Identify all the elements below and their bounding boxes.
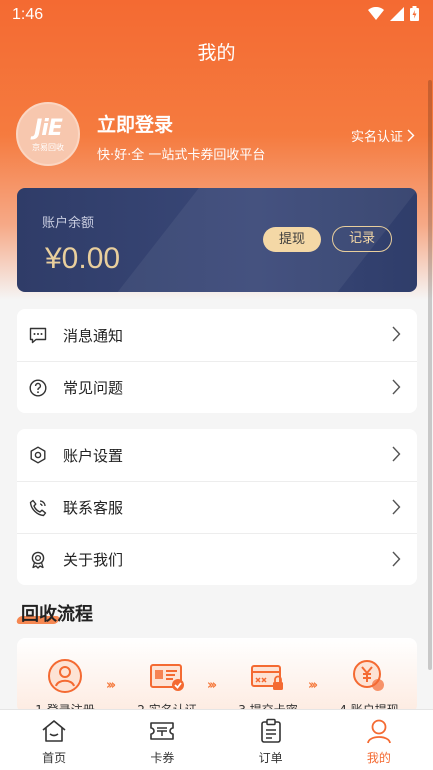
menu-group-help: 消息通知 常见问题 <box>17 309 417 413</box>
status-icons <box>368 6 419 21</box>
arrow-icon: ››› <box>308 678 318 693</box>
arrow-icon: ››› <box>106 678 116 693</box>
home-icon <box>41 718 67 744</box>
tab-label: 我的 <box>366 751 391 765</box>
menu-label: 消息通知 <box>63 326 124 345</box>
menu-item-customer-service[interactable]: 联系客服 <box>17 481 417 533</box>
menu-item-messages[interactable]: 消息通知 <box>17 309 417 361</box>
login-link[interactable]: 立即登录 <box>97 110 173 137</box>
badge-icon <box>29 551 47 569</box>
arrow-icon: ››› <box>207 678 217 693</box>
menu-label: 账户设置 <box>63 446 124 465</box>
balance-card: 账户余额 ¥0.00 提现 记录 <box>17 188 417 292</box>
gear-icon <box>29 446 47 464</box>
avatar[interactable]: JiE 京易回收 <box>16 102 80 166</box>
help-icon <box>29 378 47 397</box>
phone-icon <box>29 499 47 517</box>
signal-icon <box>390 6 404 21</box>
yuan-icon <box>351 658 387 694</box>
chevron-right-icon <box>392 551 401 567</box>
tab-label: 首页 <box>42 751 67 765</box>
clipboard-icon <box>258 718 284 744</box>
section-title-flow: 回收流程 <box>15 600 93 626</box>
avatar-subtitle: 京易回收 <box>32 142 64 152</box>
person-icon <box>366 718 392 744</box>
menu-group-settings: 账户设置 联系客服 关于我们 <box>17 429 417 585</box>
chevron-right-icon <box>392 499 401 515</box>
bottom-tabbar: 首页 卡券 订单 我的 <box>0 709 433 770</box>
tab-orders[interactable]: 订单 <box>217 710 325 770</box>
tab-label: 卡券 <box>150 751 175 765</box>
tab-mine[interactable]: 我的 <box>325 710 433 770</box>
menu-item-about[interactable]: 关于我们 <box>17 533 417 585</box>
verify-link[interactable]: 实名认证 <box>351 126 415 145</box>
tab-cards[interactable]: 卡券 <box>108 710 216 770</box>
avatar-logo: JiE <box>34 115 63 141</box>
id-card-icon <box>149 658 185 694</box>
verify-label: 实名认证 <box>350 130 403 145</box>
balance-value: ¥0.00 <box>45 242 121 275</box>
tab-home[interactable]: 首页 <box>0 710 108 770</box>
tagline: 快·好·全 一站式卡券回收平台 <box>97 148 266 163</box>
scrollbar[interactable] <box>428 80 432 670</box>
balance-label: 账户余额 <box>42 216 95 231</box>
flow-title: 回收流程 <box>21 604 93 625</box>
wifi-icon <box>368 6 384 20</box>
chevron-right-icon <box>392 326 401 342</box>
ticket-icon <box>149 718 175 744</box>
chevron-right-icon <box>407 129 415 142</box>
status-bar: 1:46 <box>0 0 433 30</box>
chevron-right-icon <box>392 379 401 395</box>
withdraw-button[interactable]: 提现 <box>263 227 321 252</box>
menu-label: 关于我们 <box>63 551 124 569</box>
page-title: 我的 <box>197 42 236 64</box>
record-button[interactable]: 记录 <box>332 226 392 252</box>
menu-item-faq[interactable]: 常见问题 <box>17 361 417 413</box>
chevron-right-icon <box>392 446 401 462</box>
user-icon <box>47 658 83 694</box>
battery-icon <box>410 6 419 21</box>
flow-card: 1.登录注册 ››› 2.实名认证 ››› 3.提交卡密 ››› 4.账户提现 <box>17 638 417 717</box>
status-time: 1:46 <box>12 6 44 23</box>
card-lock-icon <box>250 658 286 694</box>
menu-label: 常见问题 <box>63 379 124 397</box>
menu-item-account-settings[interactable]: 账户设置 <box>17 429 417 481</box>
tab-label: 订单 <box>258 751 283 765</box>
profile-section: JiE 京易回收 立即登录 快·好·全 一站式卡券回收平台 实名认证 <box>0 100 433 170</box>
message-icon <box>29 326 47 344</box>
menu-label: 联系客服 <box>63 499 124 517</box>
